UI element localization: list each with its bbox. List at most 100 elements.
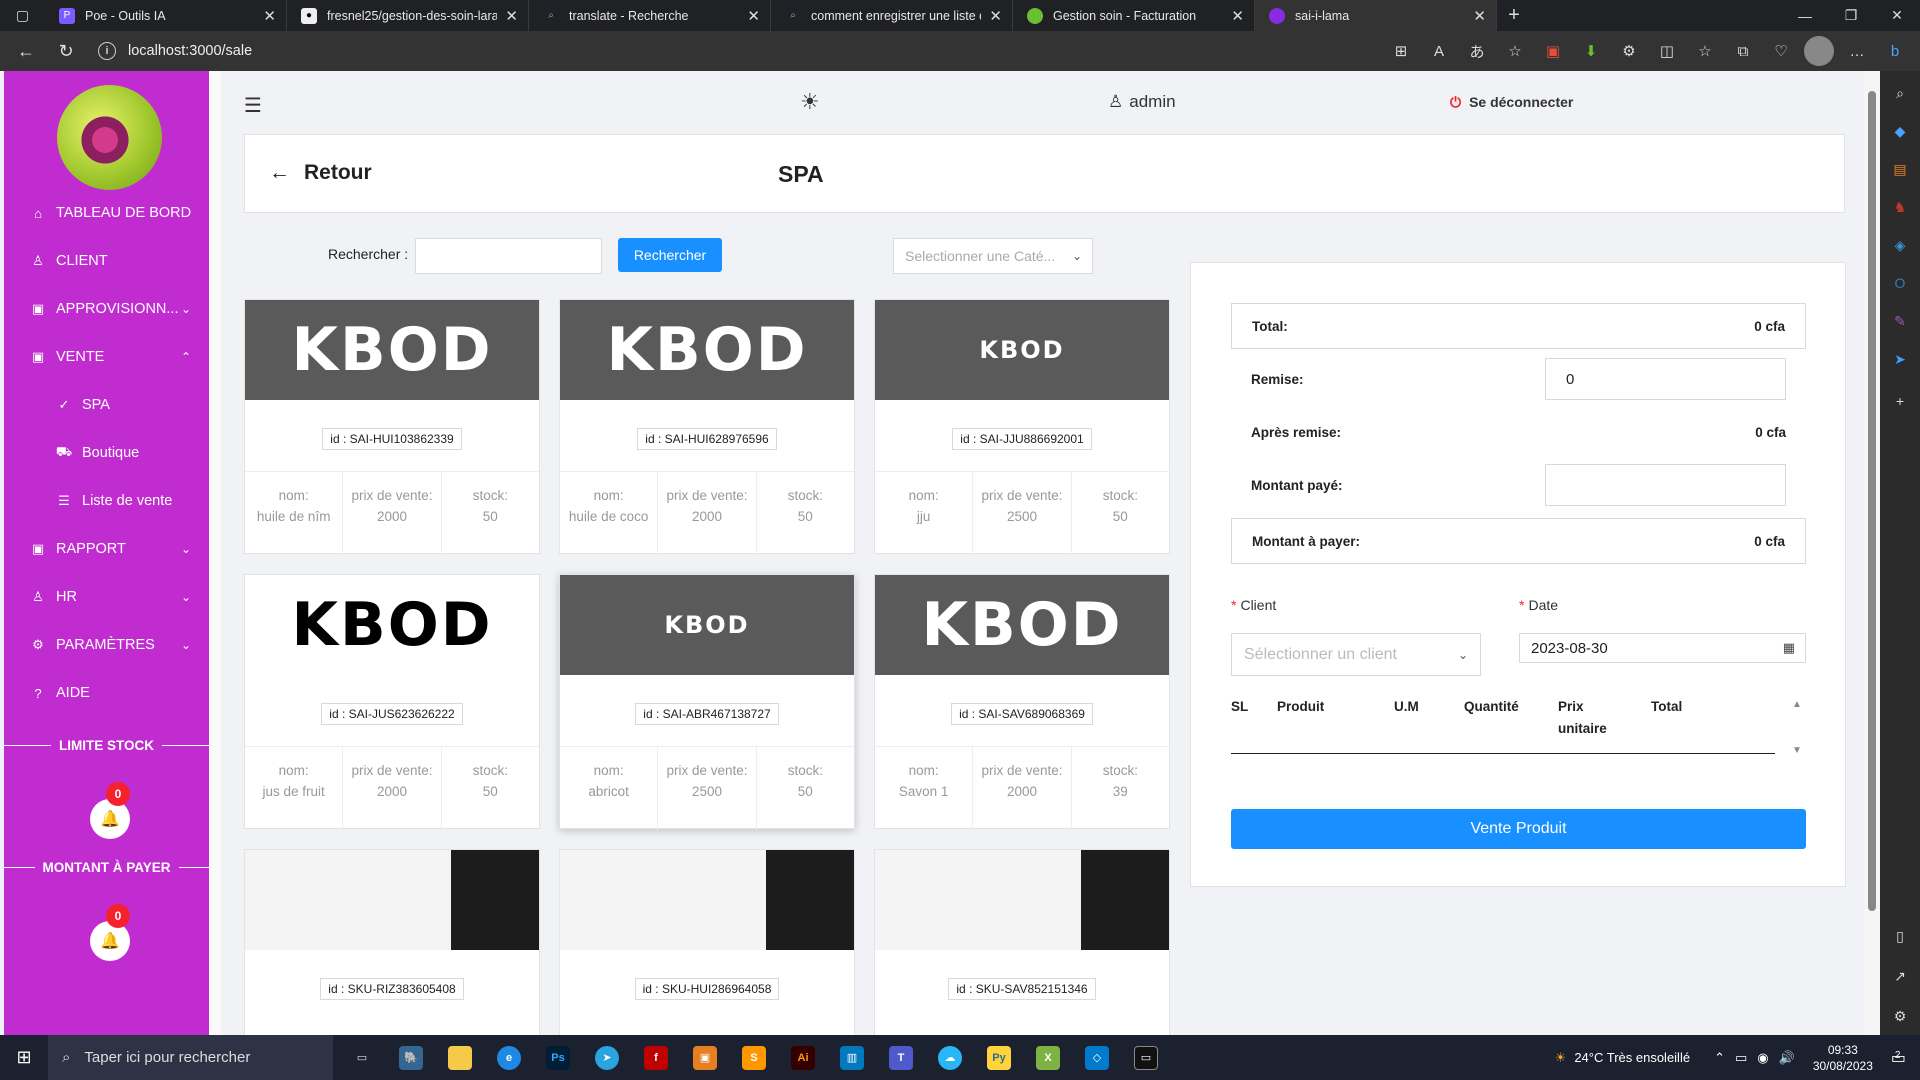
search-icon[interactable]: ⌕: [1888, 81, 1912, 105]
sidebar-item-parametres[interactable]: ⚙ PARAMÈTRES ⌄: [4, 625, 209, 665]
extension-icon[interactable]: ▣: [1538, 36, 1568, 66]
copilot-icon[interactable]: b: [1880, 36, 1910, 66]
network-icon[interactable]: ▭: [1735, 1050, 1747, 1066]
sidebar-item-vente[interactable]: ▣ VENTE ⌃: [4, 337, 209, 377]
camera-icon[interactable]: ◉: [1757, 1050, 1768, 1066]
windows-start-icon[interactable]: ⊞: [0, 1035, 48, 1080]
weather-widget[interactable]: ☀ 24°C Très ensoleillé: [1555, 1050, 1690, 1066]
new-tab-icon[interactable]: +: [1497, 4, 1531, 27]
clock[interactable]: 09:33 30/08/2023: [1813, 1042, 1873, 1074]
tools-icon[interactable]: ▤: [1888, 157, 1912, 181]
excel-icon[interactable]: X: [1028, 1035, 1068, 1080]
illustrator-icon[interactable]: Ai: [783, 1035, 823, 1080]
browser-tab-active[interactable]: sai-i-lama ✕: [1255, 0, 1497, 31]
product-card[interactable]: KBOD id : SAI-ABR467138727 nom: abricot p…: [559, 574, 855, 830]
browser-tab[interactable]: ⌕ comment enregistrer une liste d ✕: [771, 0, 1013, 31]
browser-tab[interactable]: ⌕ translate - Recherche ✕: [529, 0, 771, 31]
close-window-icon[interactable]: ✕: [1874, 0, 1920, 31]
bell-icon[interactable]: 🔔: [90, 799, 130, 839]
product-card[interactable]: KBOD id : SAI-SAV689068369 nom: Savon 1 p…: [874, 574, 1170, 830]
shopping-icon[interactable]: ◆: [1888, 119, 1912, 143]
browser-tab[interactable]: ● fresnel25/gestion-des-soin-larav ✕: [287, 0, 529, 31]
collections-icon[interactable]: ⧉: [1728, 36, 1758, 66]
scroll-down-icon[interactable]: ▼: [1792, 745, 1802, 756]
external-link-icon[interactable]: ↗: [1888, 964, 1912, 988]
search-input[interactable]: [415, 238, 602, 274]
favorite-star-icon[interactable]: ☆: [1500, 36, 1530, 66]
outlook-icon[interactable]: O: [1888, 271, 1912, 295]
restore-icon[interactable]: ❐: [1828, 0, 1874, 31]
filezilla-icon[interactable]: f: [636, 1035, 676, 1080]
product-card[interactable]: KBOD id : SAI-HUI103862339 nom: huile de …: [244, 299, 540, 555]
office-icon[interactable]: ◈: [1888, 233, 1912, 257]
sidebar-scrollbar[interactable]: [209, 71, 221, 1035]
games-icon[interactable]: ♞: [1888, 195, 1912, 219]
product-card[interactable]: id : SKU-HUI286964058: [559, 849, 855, 1035]
montant-paye-input[interactable]: [1545, 464, 1786, 506]
sublime-icon[interactable]: S: [734, 1035, 774, 1080]
teams-icon[interactable]: T: [881, 1035, 921, 1080]
photoshop-icon[interactable]: Ps: [538, 1035, 578, 1080]
date-picker[interactable]: 2023-08-30 ▦: [1519, 633, 1806, 663]
back-arrow-icon[interactable]: ←: [8, 33, 44, 69]
close-icon[interactable]: ✕: [1473, 7, 1486, 25]
notification-icon[interactable]: ▭ 2: [1891, 1048, 1906, 1068]
app-icon[interactable]: ▣: [685, 1035, 725, 1080]
search-button[interactable]: Rechercher: [618, 238, 722, 272]
product-card[interactable]: KBOD id : SAI-JJU886692001 nom: jju prix …: [874, 299, 1170, 555]
pgadmin-icon[interactable]: 🐘: [391, 1035, 431, 1080]
close-icon[interactable]: ✕: [263, 7, 276, 25]
python-icon[interactable]: Py: [979, 1035, 1019, 1080]
sidebar-item-liste-vente[interactable]: ☰ Liste de vente: [4, 481, 209, 521]
send-icon[interactable]: ➤: [1888, 347, 1912, 371]
telegram-icon[interactable]: ➤: [587, 1035, 627, 1080]
sidebar-item-hr[interactable]: ♙ HR ⌄: [4, 577, 209, 617]
close-icon[interactable]: ✕: [989, 7, 1002, 25]
theme-sun-icon[interactable]: ☀: [800, 89, 820, 115]
reload-icon[interactable]: ↻: [48, 33, 84, 69]
browser-tab[interactable]: Gestion soin - Facturation ✕: [1013, 0, 1255, 31]
sidebar-item-rapport[interactable]: ▣ RAPPORT ⌄: [4, 529, 209, 569]
add-icon[interactable]: +: [1888, 389, 1912, 413]
sidebar-toggle-icon[interactable]: ▯: [1888, 924, 1912, 948]
client-select[interactable]: Sélectionner un client ⌄: [1231, 633, 1481, 676]
cloud-icon[interactable]: ☁: [930, 1035, 970, 1080]
sidebar-item-dashboard[interactable]: ⌂ TABLEAU DE BORD: [4, 193, 209, 233]
vente-produit-button[interactable]: Vente Produit: [1231, 809, 1806, 849]
page-scrollbar[interactable]: [1864, 71, 1880, 1035]
product-card[interactable]: id : SKU-SAV852151346: [874, 849, 1170, 1035]
designer-icon[interactable]: ✎: [1888, 309, 1912, 333]
product-card[interactable]: KBOD id : SAI-JUS623626222 nom: jus de fr…: [244, 574, 540, 830]
category-select[interactable]: Selectionner une Caté... ⌄: [893, 238, 1093, 274]
menu-toggle-icon[interactable]: ☰: [244, 93, 262, 118]
logout-button[interactable]: ⏻ Se déconnecter: [1450, 94, 1573, 111]
edge-icon[interactable]: e: [489, 1035, 529, 1080]
terminal-icon[interactable]: ▭: [1126, 1035, 1166, 1080]
sidebar-item-client[interactable]: ♙ CLIENT: [4, 241, 209, 281]
settings-icon[interactable]: ⚙: [1888, 1004, 1912, 1028]
sidebar-item-approvisionnement[interactable]: ▣ APPROVISIONN... ⌄: [4, 289, 209, 329]
close-icon[interactable]: ✕: [747, 7, 760, 25]
read-aloud-icon[interactable]: A: [1424, 36, 1454, 66]
more-menu-icon[interactable]: …: [1842, 36, 1872, 66]
extensions-icon[interactable]: ⚙: [1614, 36, 1644, 66]
translate-icon[interactable]: あ: [1462, 36, 1492, 66]
browser-tab[interactable]: P Poe - Outils IA ✕: [45, 0, 287, 31]
scrollbar-thumb[interactable]: [1868, 91, 1876, 911]
chevron-up-icon[interactable]: ⌃: [1714, 1050, 1725, 1066]
info-icon[interactable]: i: [98, 42, 116, 60]
close-icon[interactable]: ✕: [1231, 7, 1244, 25]
sidebar-item-boutique[interactable]: ⛟ Boutique: [4, 433, 209, 473]
volume-icon[interactable]: 🔊: [1779, 1050, 1795, 1066]
product-card[interactable]: id : SKU-RIZ383605408: [244, 849, 540, 1035]
health-icon[interactable]: ♡: [1766, 36, 1796, 66]
user-menu[interactable]: ♙ admin: [1108, 92, 1176, 112]
tab-actions-icon[interactable]: ▢: [0, 0, 45, 31]
minimize-icon[interactable]: —: [1782, 0, 1828, 31]
sidebar-item-spa[interactable]: ✓ SPA: [4, 385, 209, 425]
url-field[interactable]: i localhost:3000/sale: [98, 36, 1298, 66]
back-button[interactable]: ← Retour: [269, 161, 372, 185]
trello-icon[interactable]: ▥: [832, 1035, 872, 1080]
apps-icon[interactable]: ⊞: [1386, 36, 1416, 66]
split-screen-icon[interactable]: ◫: [1652, 36, 1682, 66]
